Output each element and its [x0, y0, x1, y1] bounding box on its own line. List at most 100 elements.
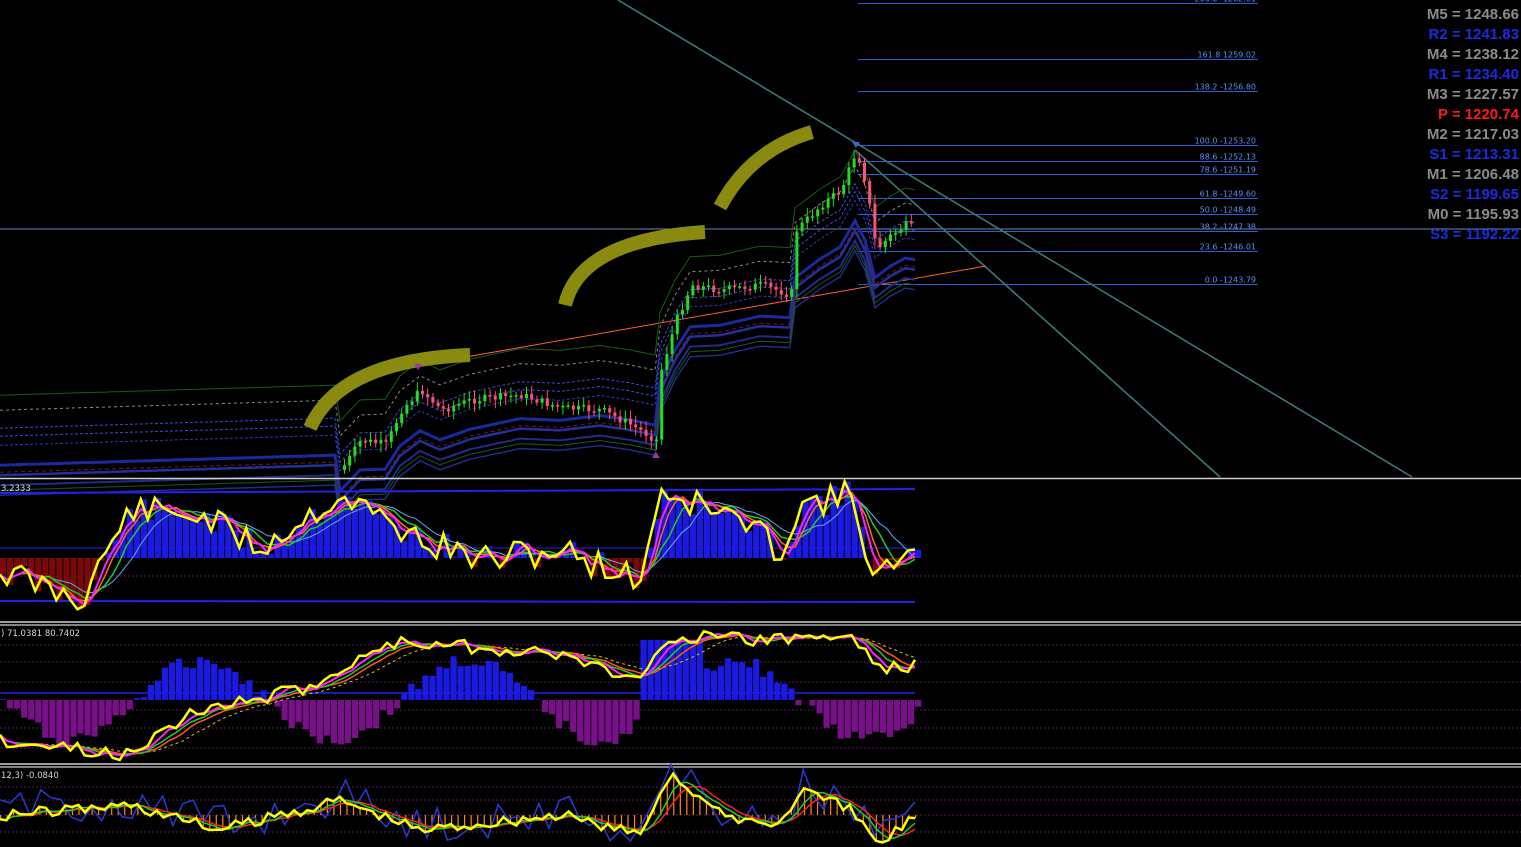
candle[interactable] [473, 398, 476, 404]
candle[interactable] [821, 207, 825, 210]
candle[interactable] [421, 390, 424, 395]
candle[interactable] [738, 286, 742, 288]
candle[interactable] [343, 465, 346, 470]
candle[interactable] [441, 406, 445, 409]
candle[interactable] [545, 398, 549, 407]
indicator-pane-2[interactable]: ) 71.0381 80.7402 [0, 629, 1521, 762]
candle[interactable] [457, 403, 461, 406]
trading-chart[interactable]: 200.0 -1262.81 161.8 1259.02 138.2 -1256.8… [0, 0, 1521, 847]
candle[interactable] [774, 286, 778, 290]
candle[interactable] [613, 412, 617, 417]
candle[interactable] [748, 289, 752, 291]
candle[interactable] [405, 404, 409, 414]
candle[interactable] [852, 158, 856, 168]
candle[interactable] [379, 440, 383, 444]
candle[interactable] [701, 286, 705, 290]
candle[interactable] [369, 439, 372, 443]
candle[interactable] [800, 222, 804, 232]
candle[interactable] [811, 216, 814, 218]
candle[interactable] [436, 402, 440, 407]
candle[interactable] [727, 285, 731, 290]
candle[interactable] [374, 439, 378, 444]
candle[interactable] [878, 238, 882, 248]
candle[interactable] [530, 393, 534, 400]
candle[interactable] [499, 393, 502, 400]
candle[interactable] [712, 285, 716, 292]
candle[interactable] [790, 289, 794, 297]
candle[interactable] [842, 185, 846, 195]
candle[interactable] [722, 289, 726, 293]
candle[interactable] [795, 231, 799, 290]
candle[interactable] [618, 416, 622, 423]
trend-line-down[interactable] [617, 0, 1413, 478]
candle[interactable] [816, 209, 820, 217]
candle[interactable] [571, 405, 575, 410]
candle[interactable] [837, 193, 840, 195]
candle[interactable] [577, 405, 580, 410]
candle[interactable] [452, 405, 456, 412]
candle[interactable] [551, 405, 554, 407]
candle[interactable] [857, 158, 861, 163]
candle[interactable] [717, 291, 721, 294]
candle[interactable] [873, 203, 877, 239]
candle[interactable] [660, 369, 664, 440]
candle[interactable] [681, 309, 684, 315]
candle[interactable] [644, 429, 648, 437]
candle[interactable] [785, 294, 788, 297]
candle[interactable] [675, 314, 679, 335]
candle[interactable] [649, 436, 653, 441]
candle[interactable] [415, 390, 419, 402]
candle[interactable] [509, 395, 513, 398]
candle[interactable] [535, 399, 539, 403]
candle[interactable] [483, 394, 487, 402]
candle[interactable] [561, 405, 565, 408]
candle[interactable] [733, 285, 736, 288]
candle[interactable] [353, 446, 357, 456]
candle[interactable] [655, 439, 658, 442]
indicator-pane-3[interactable]: 12,3) -0.0840 [0, 762, 1521, 844]
candle[interactable] [587, 405, 591, 412]
candle[interactable] [909, 221, 913, 224]
candle[interactable] [629, 418, 632, 425]
candle[interactable] [759, 282, 762, 284]
candle[interactable] [608, 408, 612, 413]
candle[interactable] [805, 216, 809, 223]
candle[interactable] [696, 285, 700, 290]
candle[interactable] [686, 295, 690, 310]
candle[interactable] [431, 397, 435, 403]
candle[interactable] [894, 232, 898, 235]
candle[interactable] [603, 408, 606, 410]
candle[interactable] [384, 440, 388, 442]
candle[interactable] [514, 395, 518, 397]
candle[interactable] [883, 240, 887, 248]
candle[interactable] [400, 413, 404, 424]
candle[interactable] [639, 427, 643, 430]
candle[interactable] [462, 400, 466, 404]
candle[interactable] [478, 401, 482, 404]
candle[interactable] [540, 398, 544, 403]
candle[interactable] [634, 424, 638, 428]
price-pane[interactable]: 200.0 -1262.81 161.8 1259.02 138.2 -1256.8… [0, 0, 1521, 523]
candle[interactable] [597, 408, 601, 412]
candle[interactable] [519, 395, 523, 399]
candle[interactable] [863, 162, 866, 182]
candle[interactable] [488, 394, 492, 397]
candle[interactable] [447, 408, 450, 412]
candle[interactable] [826, 198, 830, 208]
candle[interactable] [769, 282, 773, 287]
candle[interactable] [889, 234, 892, 241]
candle[interactable] [592, 411, 596, 413]
candle[interactable] [623, 418, 627, 423]
candle[interactable] [467, 398, 471, 401]
trend-line-down-2[interactable] [854, 149, 1221, 478]
candle[interactable] [691, 285, 695, 296]
candle[interactable] [525, 393, 528, 399]
candle[interactable] [779, 289, 783, 295]
indicator-pane-1[interactable]: 3.2333 [0, 477, 1521, 611]
candle[interactable] [566, 405, 570, 407]
candle[interactable] [556, 405, 560, 407]
candle[interactable] [670, 334, 674, 355]
candle[interactable] [665, 354, 669, 370]
candle[interactable] [348, 455, 352, 466]
candle[interactable] [426, 394, 430, 398]
